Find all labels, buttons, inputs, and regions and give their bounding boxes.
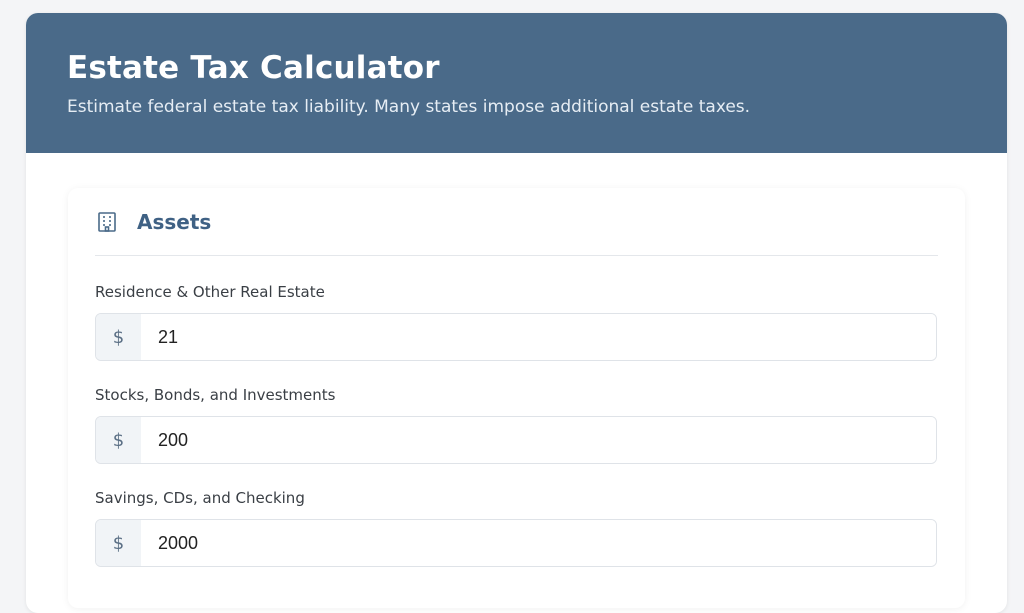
savings-label: Savings, CDs, and Checking [95,489,305,507]
currency-prefix: $ [96,520,141,566]
building-icon [95,210,119,234]
real-estate-input-group: $ [95,313,937,361]
page-title: Estate Tax Calculator [67,50,440,86]
assets-card: Assets Residence & Other Real Estate $ S… [68,188,965,608]
main-content: Assets Residence & Other Real Estate $ S… [26,153,1007,608]
real-estate-label: Residence & Other Real Estate [95,283,325,301]
currency-prefix: $ [96,314,141,360]
currency-prefix: $ [96,417,141,463]
page-header: Estate Tax Calculator Estimate federal e… [26,13,1007,153]
savings-input-group: $ [95,519,937,567]
calculator-window: Estate Tax Calculator Estimate federal e… [26,13,1007,613]
savings-input[interactable] [141,520,936,566]
investments-input-group: $ [95,416,937,464]
field-savings: Savings, CDs, and Checking $ [95,488,938,567]
page-subtitle: Estimate federal estate tax liability. M… [67,97,751,117]
investments-input[interactable] [141,417,936,463]
assets-section-title: Assets [137,209,212,234]
real-estate-input[interactable] [141,314,936,360]
field-investments: Stocks, Bonds, and Investments $ [95,385,938,464]
investments-label: Stocks, Bonds, and Investments [95,386,336,404]
field-real-estate: Residence & Other Real Estate $ [95,282,938,361]
assets-section-header: Assets [95,188,938,256]
